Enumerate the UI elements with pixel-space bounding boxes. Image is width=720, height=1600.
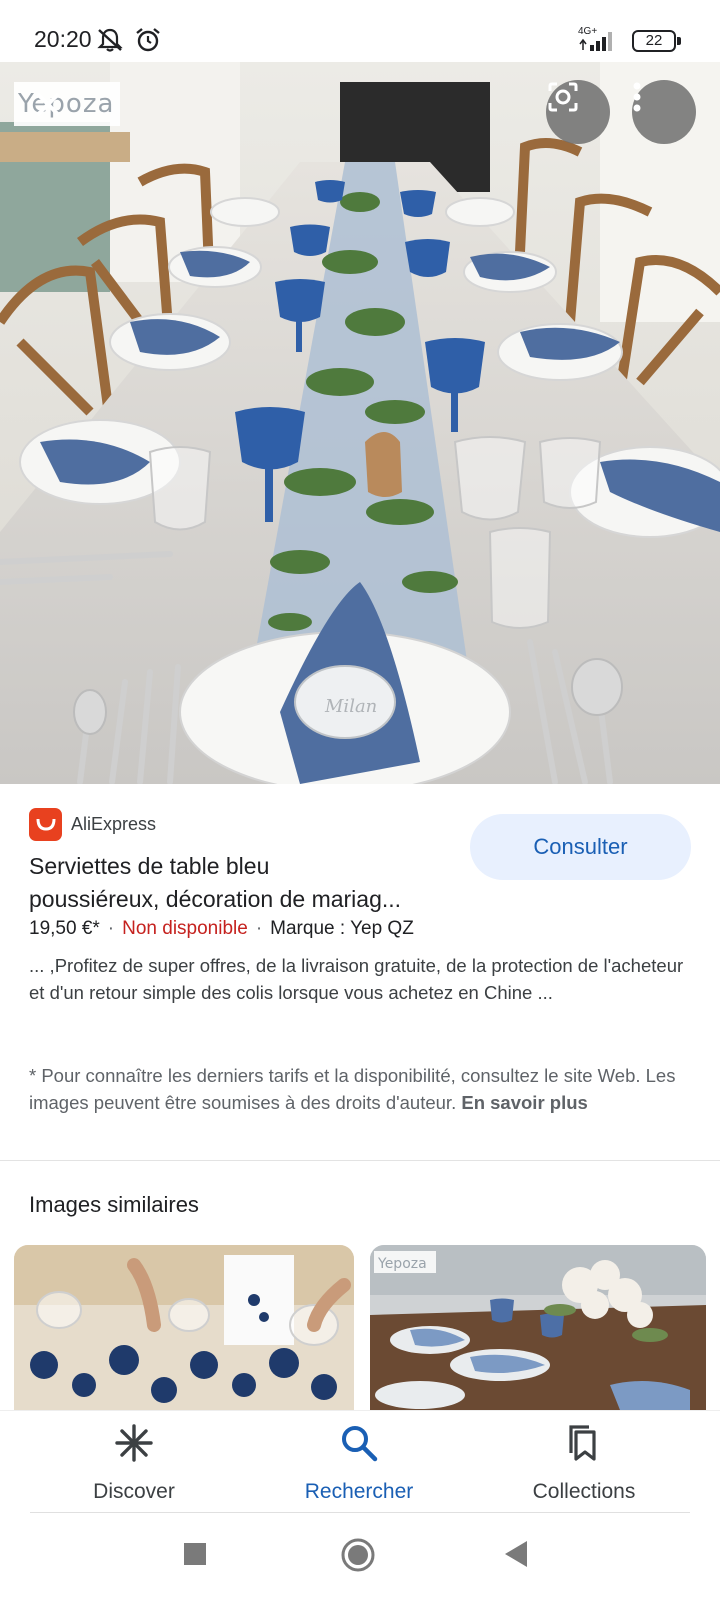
collections-icon — [569, 1425, 596, 1461]
nav-collections-label: Collections — [532, 1480, 636, 1503]
source-row[interactable]: AliExpress — [29, 807, 157, 841]
consult-button[interactable]: Consulter — [470, 814, 691, 880]
back-icon[interactable] — [505, 1541, 529, 1567]
product-title-line1: Serviettes de table bleu — [29, 853, 270, 879]
product-title-line2: poussiéreux, décoration de mariag... — [29, 886, 402, 912]
nav-discover-label: Discover — [93, 1480, 175, 1503]
nav-search-label: Rechercher — [304, 1480, 414, 1503]
recent-apps-icon[interactable] — [184, 1543, 206, 1565]
system-navigation-bar — [0, 1513, 720, 1600]
table-setting-illustration: Milan — [0, 62, 720, 784]
lens-button[interactable] — [546, 80, 610, 144]
product-image[interactable]: Milan Yepoza ✕ — [0, 62, 720, 784]
availability-status: Non disponible — [122, 918, 248, 939]
search-icon — [342, 1426, 378, 1462]
product-meta: 19,50 €* · Non disponible · Marque : Yep QZ — [29, 918, 414, 939]
home-icon[interactable] — [340, 1537, 376, 1573]
product-description: ... ,Profitez de super offres, de la liv… — [29, 955, 684, 1003]
lens-icon — [548, 82, 578, 112]
nav-discover[interactable]: Discover — [34, 1423, 234, 1504]
alarm-icon — [136, 28, 160, 52]
more-vert-icon — [633, 82, 641, 112]
signal-icon — [579, 32, 612, 51]
similar-image-1[interactable] — [14, 1245, 354, 1410]
brand: Marque : Yep QZ — [270, 918, 414, 939]
similar-image-1-illustration — [14, 1245, 354, 1410]
nav-collections[interactable]: Collections — [484, 1423, 684, 1504]
aliexpress-logo-icon — [29, 807, 62, 841]
similar-image-2[interactable]: Yepoza — [370, 1245, 706, 1410]
bottom-navigation: Discover Rechercher Collections — [0, 1410, 720, 1512]
learn-more-link[interactable]: En savoir plus — [461, 1092, 587, 1113]
place-card-text: Milan — [324, 696, 377, 717]
muted-bell-icon — [97, 28, 123, 52]
similar-image-2-illustration: Yepoza — [370, 1245, 706, 1410]
battery-indicator: 22 — [632, 30, 681, 52]
price: 19,50 €* — [29, 918, 100, 939]
asterisk-icon — [115, 1424, 153, 1462]
similar-images-title: Images similaires — [29, 1192, 199, 1217]
divider — [0, 1160, 720, 1161]
more-options-button[interactable] — [632, 80, 696, 144]
thumb2-watermark: Yepoza — [377, 1256, 427, 1272]
source-name: AliExpress — [71, 813, 157, 834]
disclaimer: * Pour connaître les derniers tarifs et … — [29, 1062, 701, 1116]
status-bar: 20:20 4G+ 22 — [0, 0, 720, 62]
close-icon[interactable]: ✕ — [28, 86, 68, 126]
product-title[interactable]: Serviettes de table bleu poussiéreux, dé… — [29, 850, 459, 916]
clock: 20:20 — [34, 26, 92, 52]
nav-search[interactable]: Rechercher — [259, 1423, 459, 1504]
